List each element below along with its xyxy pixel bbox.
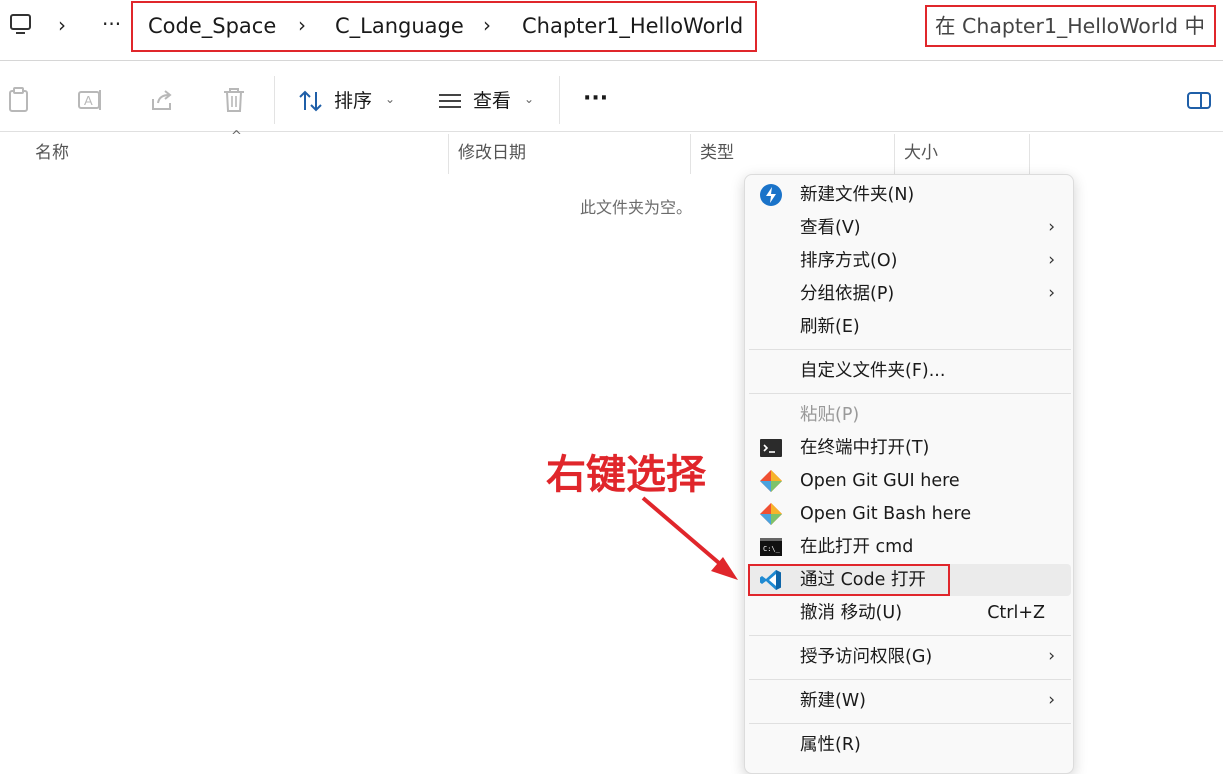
- menu-item-properties[interactable]: 属性(R): [749, 729, 1071, 761]
- menu-separator: [749, 723, 1071, 724]
- cmd-icon: C:\_: [759, 535, 783, 559]
- chevron-right-icon: ›: [1048, 217, 1055, 237]
- menu-item-grant-access[interactable]: 授予访问权限(G) ›: [749, 641, 1071, 673]
- menu-separator: [749, 679, 1071, 680]
- menu-item-new[interactable]: 新建(W) ›: [749, 685, 1071, 717]
- menu-separator: [749, 393, 1071, 394]
- terminal-icon: [759, 436, 783, 460]
- git-gui-icon: [759, 469, 783, 493]
- menu-item-customize-folder[interactable]: 自定义文件夹(F)...: [749, 355, 1071, 387]
- menu-item-open-terminal[interactable]: 在终端中打开(T): [749, 432, 1071, 464]
- chevron-right-icon: ›: [1048, 250, 1055, 270]
- shortcut-label: Ctrl+Z: [987, 603, 1045, 623]
- menu-item-git-gui[interactable]: Open Git GUI here: [749, 465, 1071, 497]
- menu-item-sort-by[interactable]: 排序方式(O) ›: [749, 245, 1071, 277]
- menu-item-undo-move[interactable]: 撤消 移动(U) Ctrl+Z: [749, 597, 1071, 629]
- menu-item-view[interactable]: 查看(V) ›: [749, 212, 1071, 244]
- menu-item-git-bash[interactable]: Open Git Bash here: [749, 498, 1071, 530]
- chevron-right-icon: ›: [1048, 690, 1055, 710]
- git-bash-icon: [759, 502, 783, 526]
- new-folder-icon: [759, 183, 783, 207]
- svg-text:C:\_: C:\_: [763, 545, 781, 553]
- menu-separator: [749, 635, 1071, 636]
- menu-item-open-cmd[interactable]: C:\_ 在此打开 cmd: [749, 531, 1071, 563]
- menu-item-group-by[interactable]: 分组依据(P) ›: [749, 278, 1071, 310]
- highlight-box: [748, 564, 950, 596]
- context-menu: 新建文件夹(N) 查看(V) › 排序方式(O) › 分组依据(P) › 刷新(…: [744, 174, 1074, 774]
- chevron-right-icon: ›: [1048, 646, 1055, 666]
- chevron-right-icon: ›: [1048, 283, 1055, 303]
- menu-item-new-folder[interactable]: 新建文件夹(N): [749, 179, 1071, 211]
- menu-item-refresh[interactable]: 刷新(E): [749, 311, 1071, 343]
- menu-separator: [749, 349, 1071, 350]
- menu-item-paste[interactable]: 粘贴(P): [749, 399, 1071, 431]
